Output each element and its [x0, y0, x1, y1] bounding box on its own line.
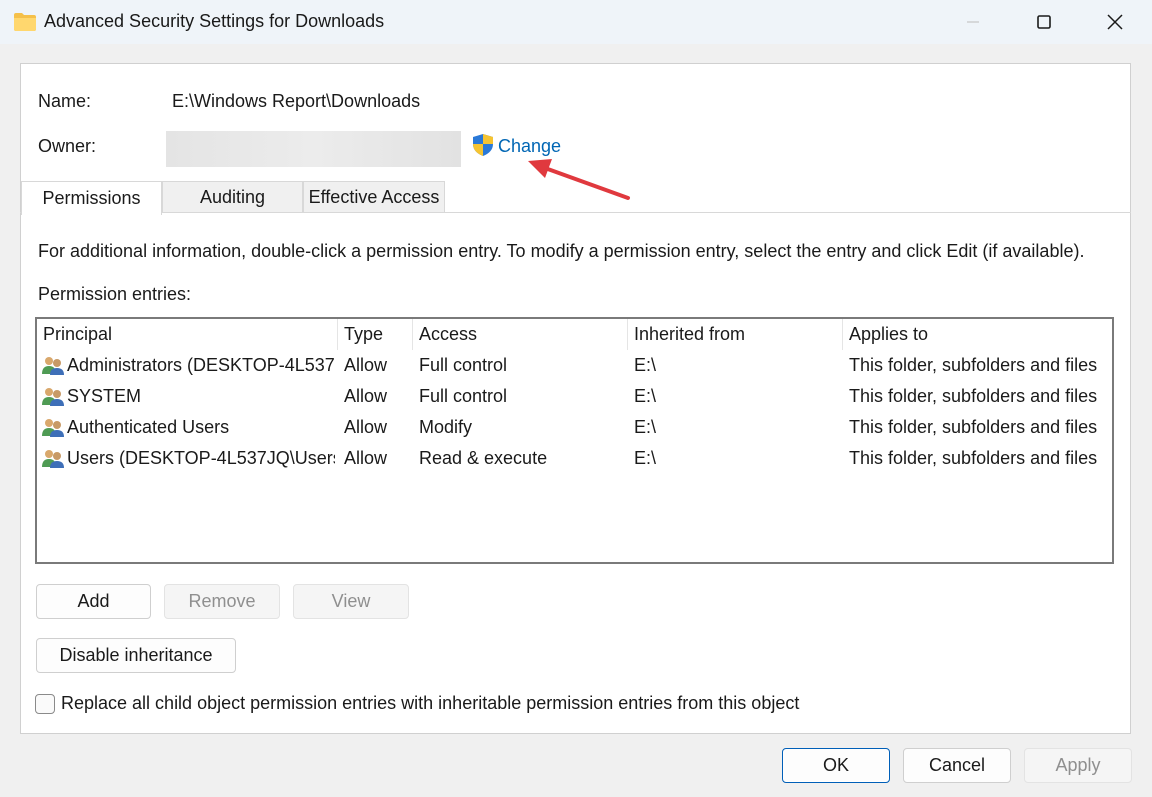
table-row[interactable]: Administrators (DESKTOP-4L537... Allow F… [37, 350, 1112, 381]
title-bar: Advanced Security Settings for Downloads [0, 0, 1152, 44]
minimize-icon [967, 21, 979, 23]
applies-to-cell: This folder, subfolders and files [849, 417, 1098, 437]
inherited-from-cell: E:\ [634, 417, 657, 437]
window-title: Advanced Security Settings for Downloads [44, 11, 385, 31]
principal-cell: Authenticated Users [67, 417, 230, 437]
tab-effective-access[interactable]: Effective Access [303, 181, 445, 212]
add-button[interactable]: Add [36, 584, 151, 619]
table-row[interactable]: Authenticated Users Allow Modify E:\ Thi… [37, 412, 1112, 443]
principal-cell: Administrators (DESKTOP-4L537... [67, 355, 335, 375]
replace-permissions-checkbox[interactable] [35, 694, 55, 714]
tab-divider [20, 212, 1131, 213]
column-header-inherited-from[interactable]: Inherited from [628, 319, 842, 350]
applies-to-cell: This folder, subfolders and files [849, 448, 1098, 468]
apply-button[interactable]: Apply [1024, 748, 1132, 783]
principal-cell: SYSTEM [67, 386, 142, 406]
inherited-from-cell: E:\ [634, 386, 657, 406]
users-group-icon [42, 357, 64, 375]
name-value: E:\Windows Report\Downloads [172, 91, 421, 111]
inherited-from-cell: E:\ [634, 355, 657, 375]
tab-auditing[interactable]: Auditing [162, 181, 303, 212]
applies-to-cell: This folder, subfolders and files [849, 386, 1098, 406]
access-cell: Modify [419, 417, 473, 437]
column-header-principal[interactable]: Principal [37, 319, 337, 350]
close-button[interactable] [1080, 0, 1150, 44]
permission-entries-label: Permission entries: [38, 284, 192, 304]
maximize-icon [1037, 15, 1051, 29]
applies-to-cell: This folder, subfolders and files [849, 355, 1098, 375]
change-owner-link[interactable]: Change [498, 136, 561, 157]
access-cell: Full control [419, 386, 508, 406]
minimize-button[interactable] [938, 0, 1008, 44]
owner-value-redacted [166, 131, 461, 167]
access-cell: Read & execute [419, 448, 548, 468]
type-cell: Allow [344, 355, 388, 375]
permission-entries-list[interactable]: Principal Type Access Inherited from App… [35, 317, 1114, 564]
column-header-access[interactable]: Access [413, 319, 627, 350]
type-cell: Allow [344, 386, 388, 406]
access-cell: Full control [419, 355, 508, 375]
users-group-icon [42, 450, 64, 468]
type-cell: Allow [344, 448, 388, 468]
replace-permissions-label[interactable]: Replace all child object permission entr… [61, 693, 799, 714]
column-header-type[interactable]: Type [338, 319, 412, 350]
close-icon [1107, 14, 1123, 30]
table-row[interactable]: Users (DESKTOP-4L537JQ\Users) Allow Read… [37, 443, 1112, 474]
uac-shield-icon [473, 134, 493, 156]
name-label: Name: [38, 91, 92, 111]
users-group-icon [42, 388, 64, 406]
instructions-text: For additional information, double-click… [38, 241, 1085, 261]
column-header-applies-to[interactable]: Applies to [843, 319, 1113, 350]
ok-button[interactable]: OK [782, 748, 890, 783]
owner-label: Owner: [38, 136, 97, 156]
view-button[interactable]: View [293, 584, 409, 619]
inherited-from-cell: E:\ [634, 448, 657, 468]
remove-button[interactable]: Remove [164, 584, 280, 619]
tab-permissions[interactable]: Permissions [21, 181, 162, 215]
principal-cell: Users (DESKTOP-4L537JQ\Users) [67, 448, 335, 468]
type-cell: Allow [344, 417, 388, 437]
users-group-icon [42, 419, 64, 437]
cancel-button[interactable]: Cancel [903, 748, 1011, 783]
table-row[interactable]: SYSTEM Allow Full control E:\ This folde… [37, 381, 1112, 412]
folder-icon [14, 13, 36, 31]
maximize-button[interactable] [1009, 0, 1079, 44]
disable-inheritance-button[interactable]: Disable inheritance [36, 638, 236, 673]
